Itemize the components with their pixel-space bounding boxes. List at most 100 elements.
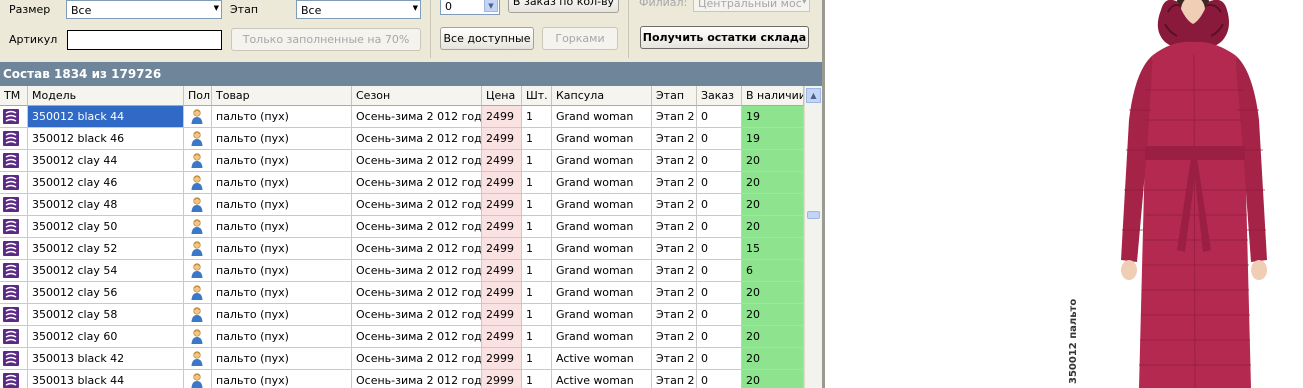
qty-select[interactable]: 0 ▼ (440, 0, 500, 15)
sex-cell[interactable] (184, 260, 212, 282)
table-row[interactable]: 350013 black 42 пальто (пух) Осень-зима 2 … (0, 348, 804, 370)
stock-cell[interactable]: 15 (742, 238, 804, 260)
season-cell[interactable]: Осень-зима 2 012 года (352, 172, 482, 194)
qty-cell[interactable]: 1 (522, 216, 552, 238)
stock-cell[interactable]: 20 (742, 194, 804, 216)
model-cell[interactable]: 350013 black 44 (28, 370, 184, 388)
qty-cell[interactable]: 1 (522, 194, 552, 216)
product-cell[interactable]: пальто (пух) (212, 282, 352, 304)
season-cell[interactable]: Осень-зима 2 012 года (352, 370, 482, 388)
stage-cell[interactable]: Этап 2 (652, 216, 697, 238)
model-cell[interactable]: 350012 clay 56 (28, 282, 184, 304)
product-cell[interactable]: пальто (пух) (212, 194, 352, 216)
price-cell[interactable]: 2999 (482, 370, 522, 388)
order-cell[interactable]: 0 (697, 260, 742, 282)
order-cell[interactable]: 0 (697, 282, 742, 304)
order-cell[interactable]: 0 (697, 326, 742, 348)
order-cell[interactable]: 0 (697, 304, 742, 326)
sex-cell[interactable] (184, 172, 212, 194)
season-cell[interactable]: Осень-зима 2 012 года (352, 194, 482, 216)
model-cell[interactable]: 350012 clay 52 (28, 238, 184, 260)
column-header[interactable]: Модель (28, 86, 184, 106)
season-cell[interactable]: Осень-зима 2 012 года (352, 150, 482, 172)
column-header[interactable]: Пол (184, 86, 212, 106)
stock-cell[interactable]: 20 (742, 370, 804, 388)
sex-cell[interactable] (184, 370, 212, 388)
qty-cell[interactable]: 1 (522, 128, 552, 150)
order-cell[interactable]: 0 (697, 150, 742, 172)
season-cell[interactable]: Осень-зима 2 012 года (352, 260, 482, 282)
price-cell[interactable]: 2499 (482, 172, 522, 194)
table-row[interactable]: 350012 clay 44 пальто (пух) Осень-зима 2 0… (0, 150, 804, 172)
season-cell[interactable]: Осень-зима 2 012 года (352, 106, 482, 128)
product-cell[interactable]: пальто (пух) (212, 304, 352, 326)
column-header[interactable]: Сезон (352, 86, 482, 106)
qty-cell[interactable]: 1 (522, 238, 552, 260)
sex-cell[interactable] (184, 238, 212, 260)
size-select[interactable]: Все ▼ (66, 0, 222, 19)
article-input[interactable] (67, 30, 222, 50)
stock-cell[interactable]: 20 (742, 348, 804, 370)
price-cell[interactable]: 2499 (482, 304, 522, 326)
price-cell[interactable]: 2499 (482, 282, 522, 304)
order-cell[interactable]: 0 (697, 128, 742, 150)
price-cell[interactable]: 2499 (482, 238, 522, 260)
vertical-scrollbar[interactable]: ▲ (804, 86, 822, 388)
capsule-cell[interactable]: Grand woman (552, 238, 652, 260)
product-cell[interactable]: пальто (пух) (212, 348, 352, 370)
table-row[interactable]: 350012 black 46 пальто (пух) Осень-зима 2 … (0, 128, 804, 150)
model-cell[interactable]: 350013 black 42 (28, 348, 184, 370)
capsule-cell[interactable]: Grand woman (552, 150, 652, 172)
price-cell[interactable]: 2499 (482, 128, 522, 150)
order-cell[interactable]: 0 (697, 194, 742, 216)
stage-cell[interactable]: Этап 2 (652, 238, 697, 260)
price-cell[interactable]: 2999 (482, 348, 522, 370)
capsule-cell[interactable]: Active woman (552, 370, 652, 388)
season-cell[interactable]: Осень-зима 2 012 года (352, 128, 482, 150)
column-header[interactable]: Шт. (522, 86, 552, 106)
table-row[interactable]: 350012 clay 56 пальто (пух) Осень-зима 2 0… (0, 282, 804, 304)
price-cell[interactable]: 2499 (482, 106, 522, 128)
stage-cell[interactable]: Этап 2 (652, 194, 697, 216)
season-cell[interactable]: Осень-зима 2 012 года (352, 282, 482, 304)
season-cell[interactable]: Осень-зима 2 012 года (352, 348, 482, 370)
stage-cell[interactable]: Этап 2 (652, 348, 697, 370)
stock-cell[interactable]: 20 (742, 326, 804, 348)
table-row[interactable]: 350012 clay 54 пальто (пух) Осень-зима 2 0… (0, 260, 804, 282)
capsule-cell[interactable]: Grand woman (552, 106, 652, 128)
stock-cell[interactable]: 20 (742, 150, 804, 172)
stage-cell[interactable]: Этап 2 (652, 304, 697, 326)
column-header[interactable]: Заказ (697, 86, 742, 106)
order-cell[interactable]: 0 (697, 172, 742, 194)
qty-cell[interactable]: 1 (522, 150, 552, 172)
model-cell[interactable]: 350012 black 46 (28, 128, 184, 150)
model-cell[interactable]: 350012 clay 44 (28, 150, 184, 172)
qty-cell[interactable]: 1 (522, 260, 552, 282)
qty-cell[interactable]: 1 (522, 282, 552, 304)
capsule-cell[interactable]: Grand woman (552, 260, 652, 282)
product-cell[interactable]: пальто (пух) (212, 370, 352, 388)
model-cell[interactable]: 350012 clay 50 (28, 216, 184, 238)
price-cell[interactable]: 2499 (482, 194, 522, 216)
qty-cell[interactable]: 1 (522, 304, 552, 326)
stage-cell[interactable]: Этап 2 (652, 326, 697, 348)
qty-cell[interactable]: 1 (522, 326, 552, 348)
table-row[interactable]: 350012 clay 60 пальто (пух) Осень-зима 2 0… (0, 326, 804, 348)
product-cell[interactable]: пальто (пух) (212, 128, 352, 150)
sex-cell[interactable] (184, 304, 212, 326)
sex-cell[interactable] (184, 326, 212, 348)
order-cell[interactable]: 0 (697, 348, 742, 370)
stock-cell[interactable]: 19 (742, 106, 804, 128)
stock-cell[interactable]: 20 (742, 304, 804, 326)
price-cell[interactable]: 2499 (482, 150, 522, 172)
model-cell[interactable]: 350012 clay 48 (28, 194, 184, 216)
qty-cell[interactable]: 1 (522, 172, 552, 194)
stage-cell[interactable]: Этап 2 (652, 150, 697, 172)
all-available-button[interactable]: Все доступные (440, 27, 534, 50)
capsule-cell[interactable]: Grand woman (552, 304, 652, 326)
price-cell[interactable]: 2499 (482, 260, 522, 282)
sex-cell[interactable] (184, 282, 212, 304)
capsule-cell[interactable]: Grand woman (552, 194, 652, 216)
table-row[interactable]: 350012 clay 50 пальто (пух) Осень-зима 2 0… (0, 216, 804, 238)
table-row[interactable]: 350012 black 44 пальто (пух) Осень-зима 2 … (0, 106, 804, 128)
